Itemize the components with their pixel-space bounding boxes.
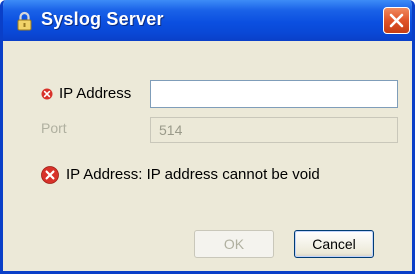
- close-button[interactable]: [383, 7, 410, 34]
- error-icon: [41, 166, 59, 184]
- close-icon: [389, 13, 404, 28]
- lock-icon: [17, 11, 32, 31]
- port-label: Port: [41, 120, 67, 136]
- window-title: Syslog Server: [41, 9, 164, 29]
- ip-address-input[interactable]: [150, 80, 398, 108]
- syslog-server-dialog: Syslog Server IP Address Port IP Address…: [0, 0, 415, 274]
- ip-address-label: IP Address: [59, 85, 132, 102]
- cancel-button[interactable]: Cancel: [294, 230, 374, 258]
- port-input[interactable]: [150, 117, 398, 143]
- error-message: IP Address: IP address cannot be void: [66, 166, 320, 183]
- title-bar[interactable]: Syslog Server: [3, 0, 412, 41]
- ok-button[interactable]: OK: [194, 230, 274, 258]
- ip-error-icon: [41, 87, 53, 100]
